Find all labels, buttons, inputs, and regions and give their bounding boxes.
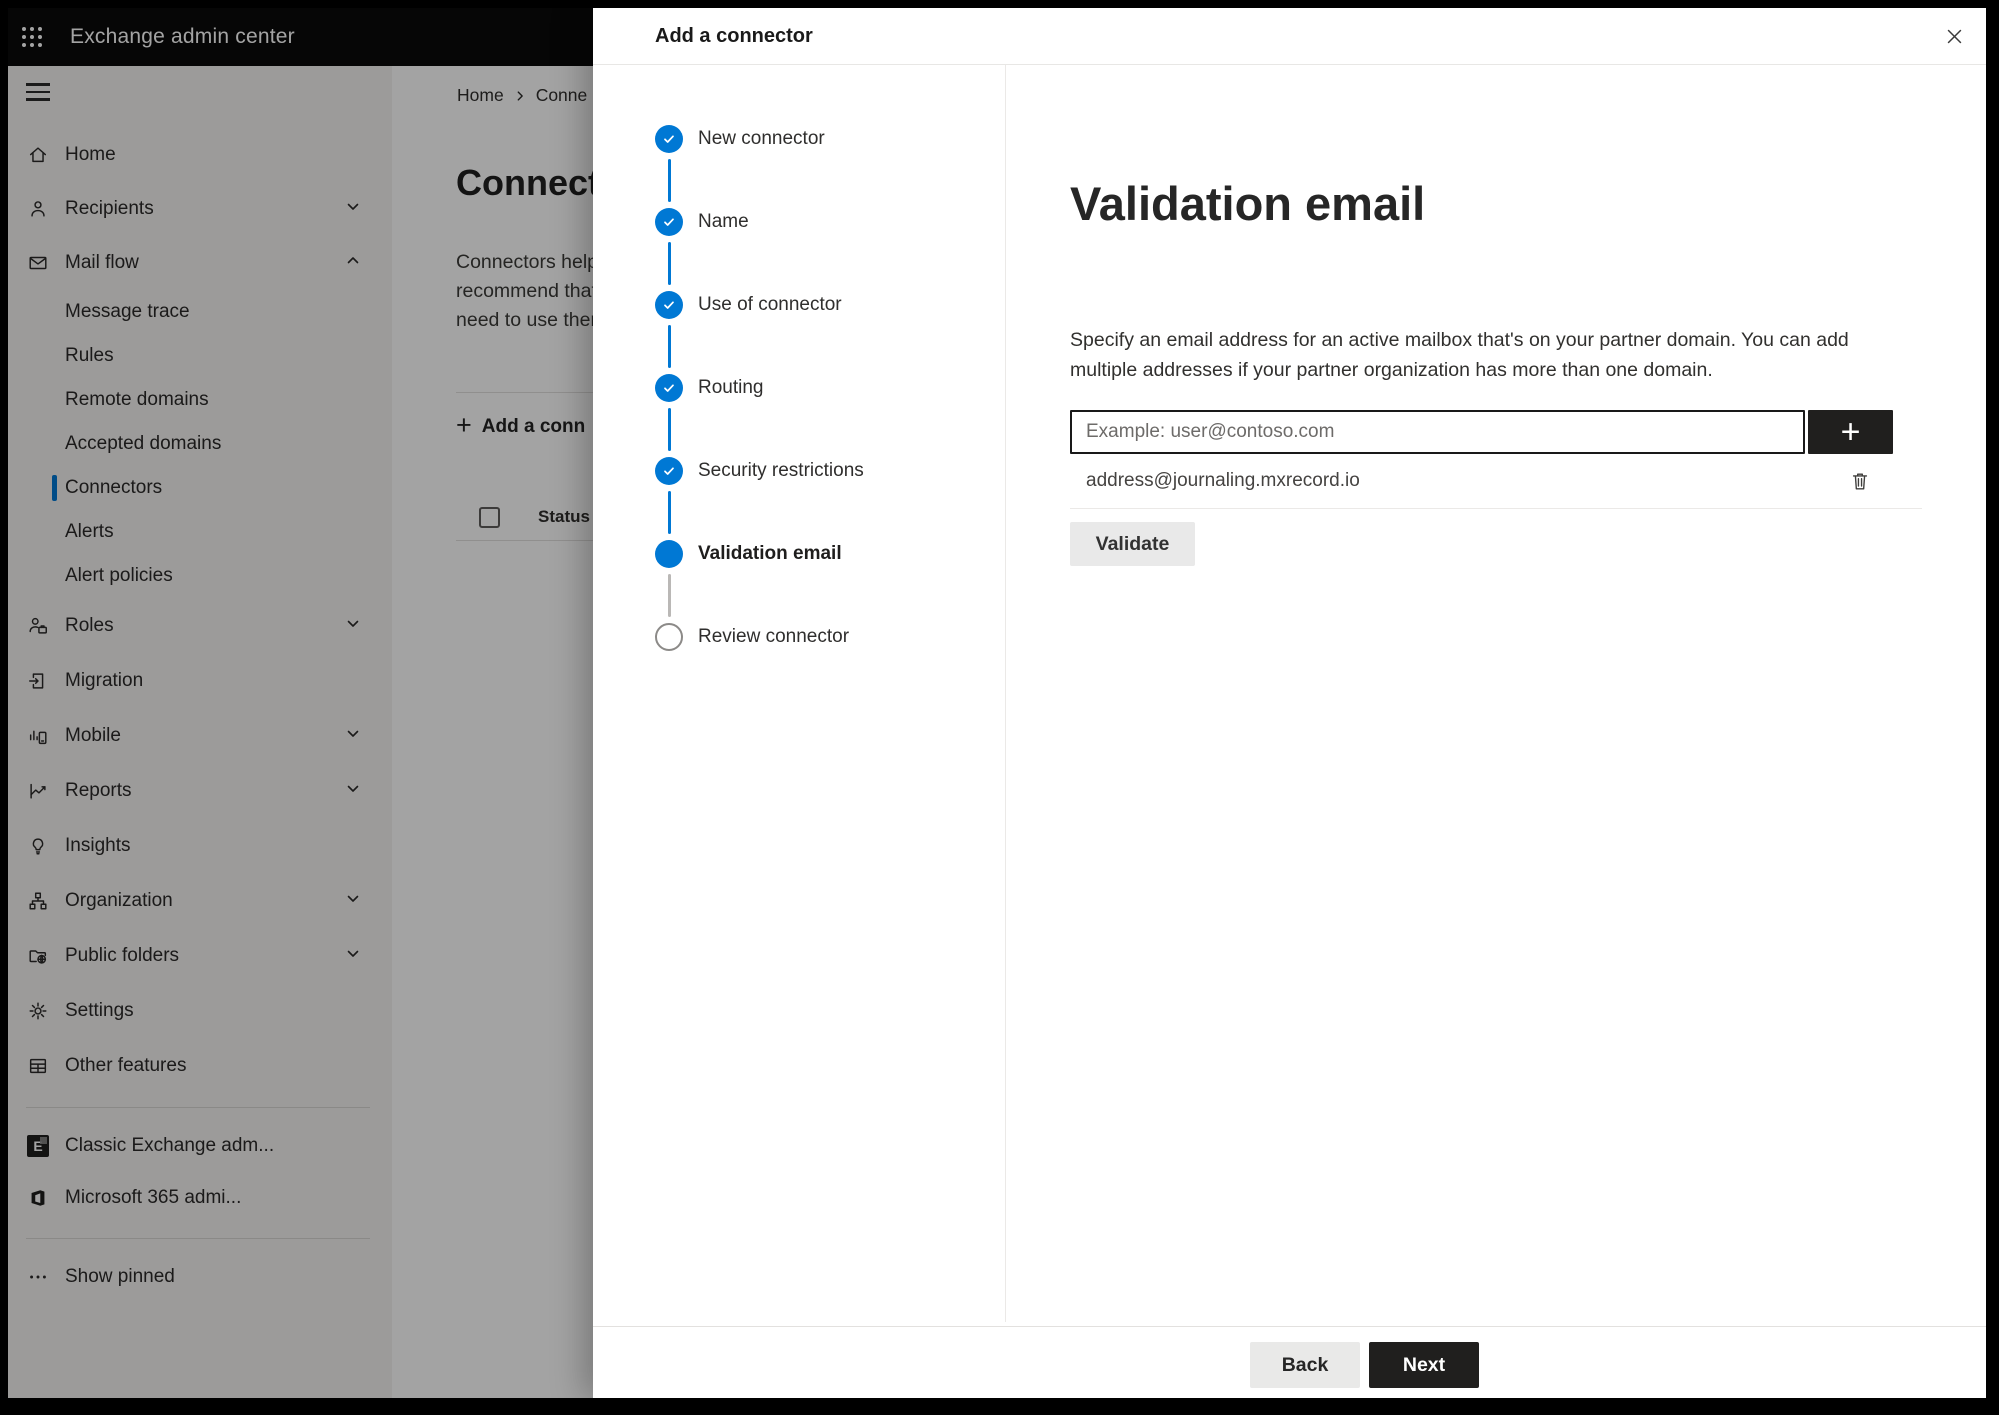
next-button[interactable]: Next bbox=[1369, 1342, 1479, 1388]
exchange-admin-app: Exchange admin center Home Recipients Ma… bbox=[8, 8, 1986, 1398]
step-new-connector[interactable]: New connector bbox=[593, 125, 1005, 153]
screenshot-canvas: Exchange admin center Home Recipients Ma… bbox=[0, 0, 1999, 1415]
step-validation-email[interactable]: Validation email bbox=[593, 540, 1005, 568]
step-pending-icon bbox=[655, 623, 683, 651]
step-heading: Validation email bbox=[1070, 177, 1426, 230]
address-list-divider bbox=[1070, 508, 1922, 509]
step-routing[interactable]: Routing bbox=[593, 374, 1005, 402]
close-button[interactable] bbox=[1939, 21, 1969, 51]
step-completed-icon bbox=[655, 457, 683, 485]
step-description: Specify an email address for an active m… bbox=[1070, 329, 1849, 381]
email-address-row: address@journaling.mxrecord.io bbox=[1070, 454, 1922, 508]
back-button[interactable]: Back bbox=[1250, 1342, 1360, 1388]
add-connector-dialog: Add a connector New connector Name Use o… bbox=[593, 8, 1986, 1398]
step-connector-line bbox=[667, 408, 671, 451]
check-icon bbox=[664, 301, 674, 309]
step-connector-line bbox=[667, 491, 671, 534]
email-address-value: address@journaling.mxrecord.io bbox=[1086, 470, 1360, 491]
dialog-footer-divider bbox=[593, 1326, 1986, 1327]
step-review-connector: Review connector bbox=[593, 623, 1005, 651]
trash-icon bbox=[1852, 473, 1868, 490]
step-completed-icon bbox=[655, 208, 683, 236]
add-email-button[interactable]: + bbox=[1808, 410, 1893, 454]
dialog-header-divider bbox=[593, 64, 1986, 65]
validation-email-input[interactable] bbox=[1070, 410, 1805, 454]
step-security-restrictions[interactable]: Security restrictions bbox=[593, 457, 1005, 485]
step-completed-icon bbox=[655, 291, 683, 319]
step-connector-line bbox=[667, 325, 671, 368]
delete-address-button[interactable] bbox=[1845, 466, 1875, 496]
step-completed-icon bbox=[655, 374, 683, 402]
steps-content-divider bbox=[1005, 65, 1006, 1322]
step-active-icon bbox=[655, 540, 683, 568]
step-connector-line bbox=[667, 242, 671, 285]
step-connector-line bbox=[667, 159, 671, 202]
check-icon bbox=[664, 384, 674, 392]
check-icon bbox=[664, 135, 674, 143]
step-name[interactable]: Name bbox=[593, 208, 1005, 236]
check-icon bbox=[664, 467, 674, 475]
plus-icon: + bbox=[1840, 413, 1861, 451]
close-icon bbox=[1947, 29, 1961, 43]
validate-button[interactable]: Validate bbox=[1070, 522, 1195, 566]
step-use-of-connector[interactable]: Use of connector bbox=[593, 291, 1005, 319]
dialog-title: Add a connector bbox=[655, 25, 813, 47]
step-connector-line bbox=[667, 574, 671, 617]
step-completed-icon bbox=[655, 125, 683, 153]
check-icon bbox=[664, 218, 674, 226]
